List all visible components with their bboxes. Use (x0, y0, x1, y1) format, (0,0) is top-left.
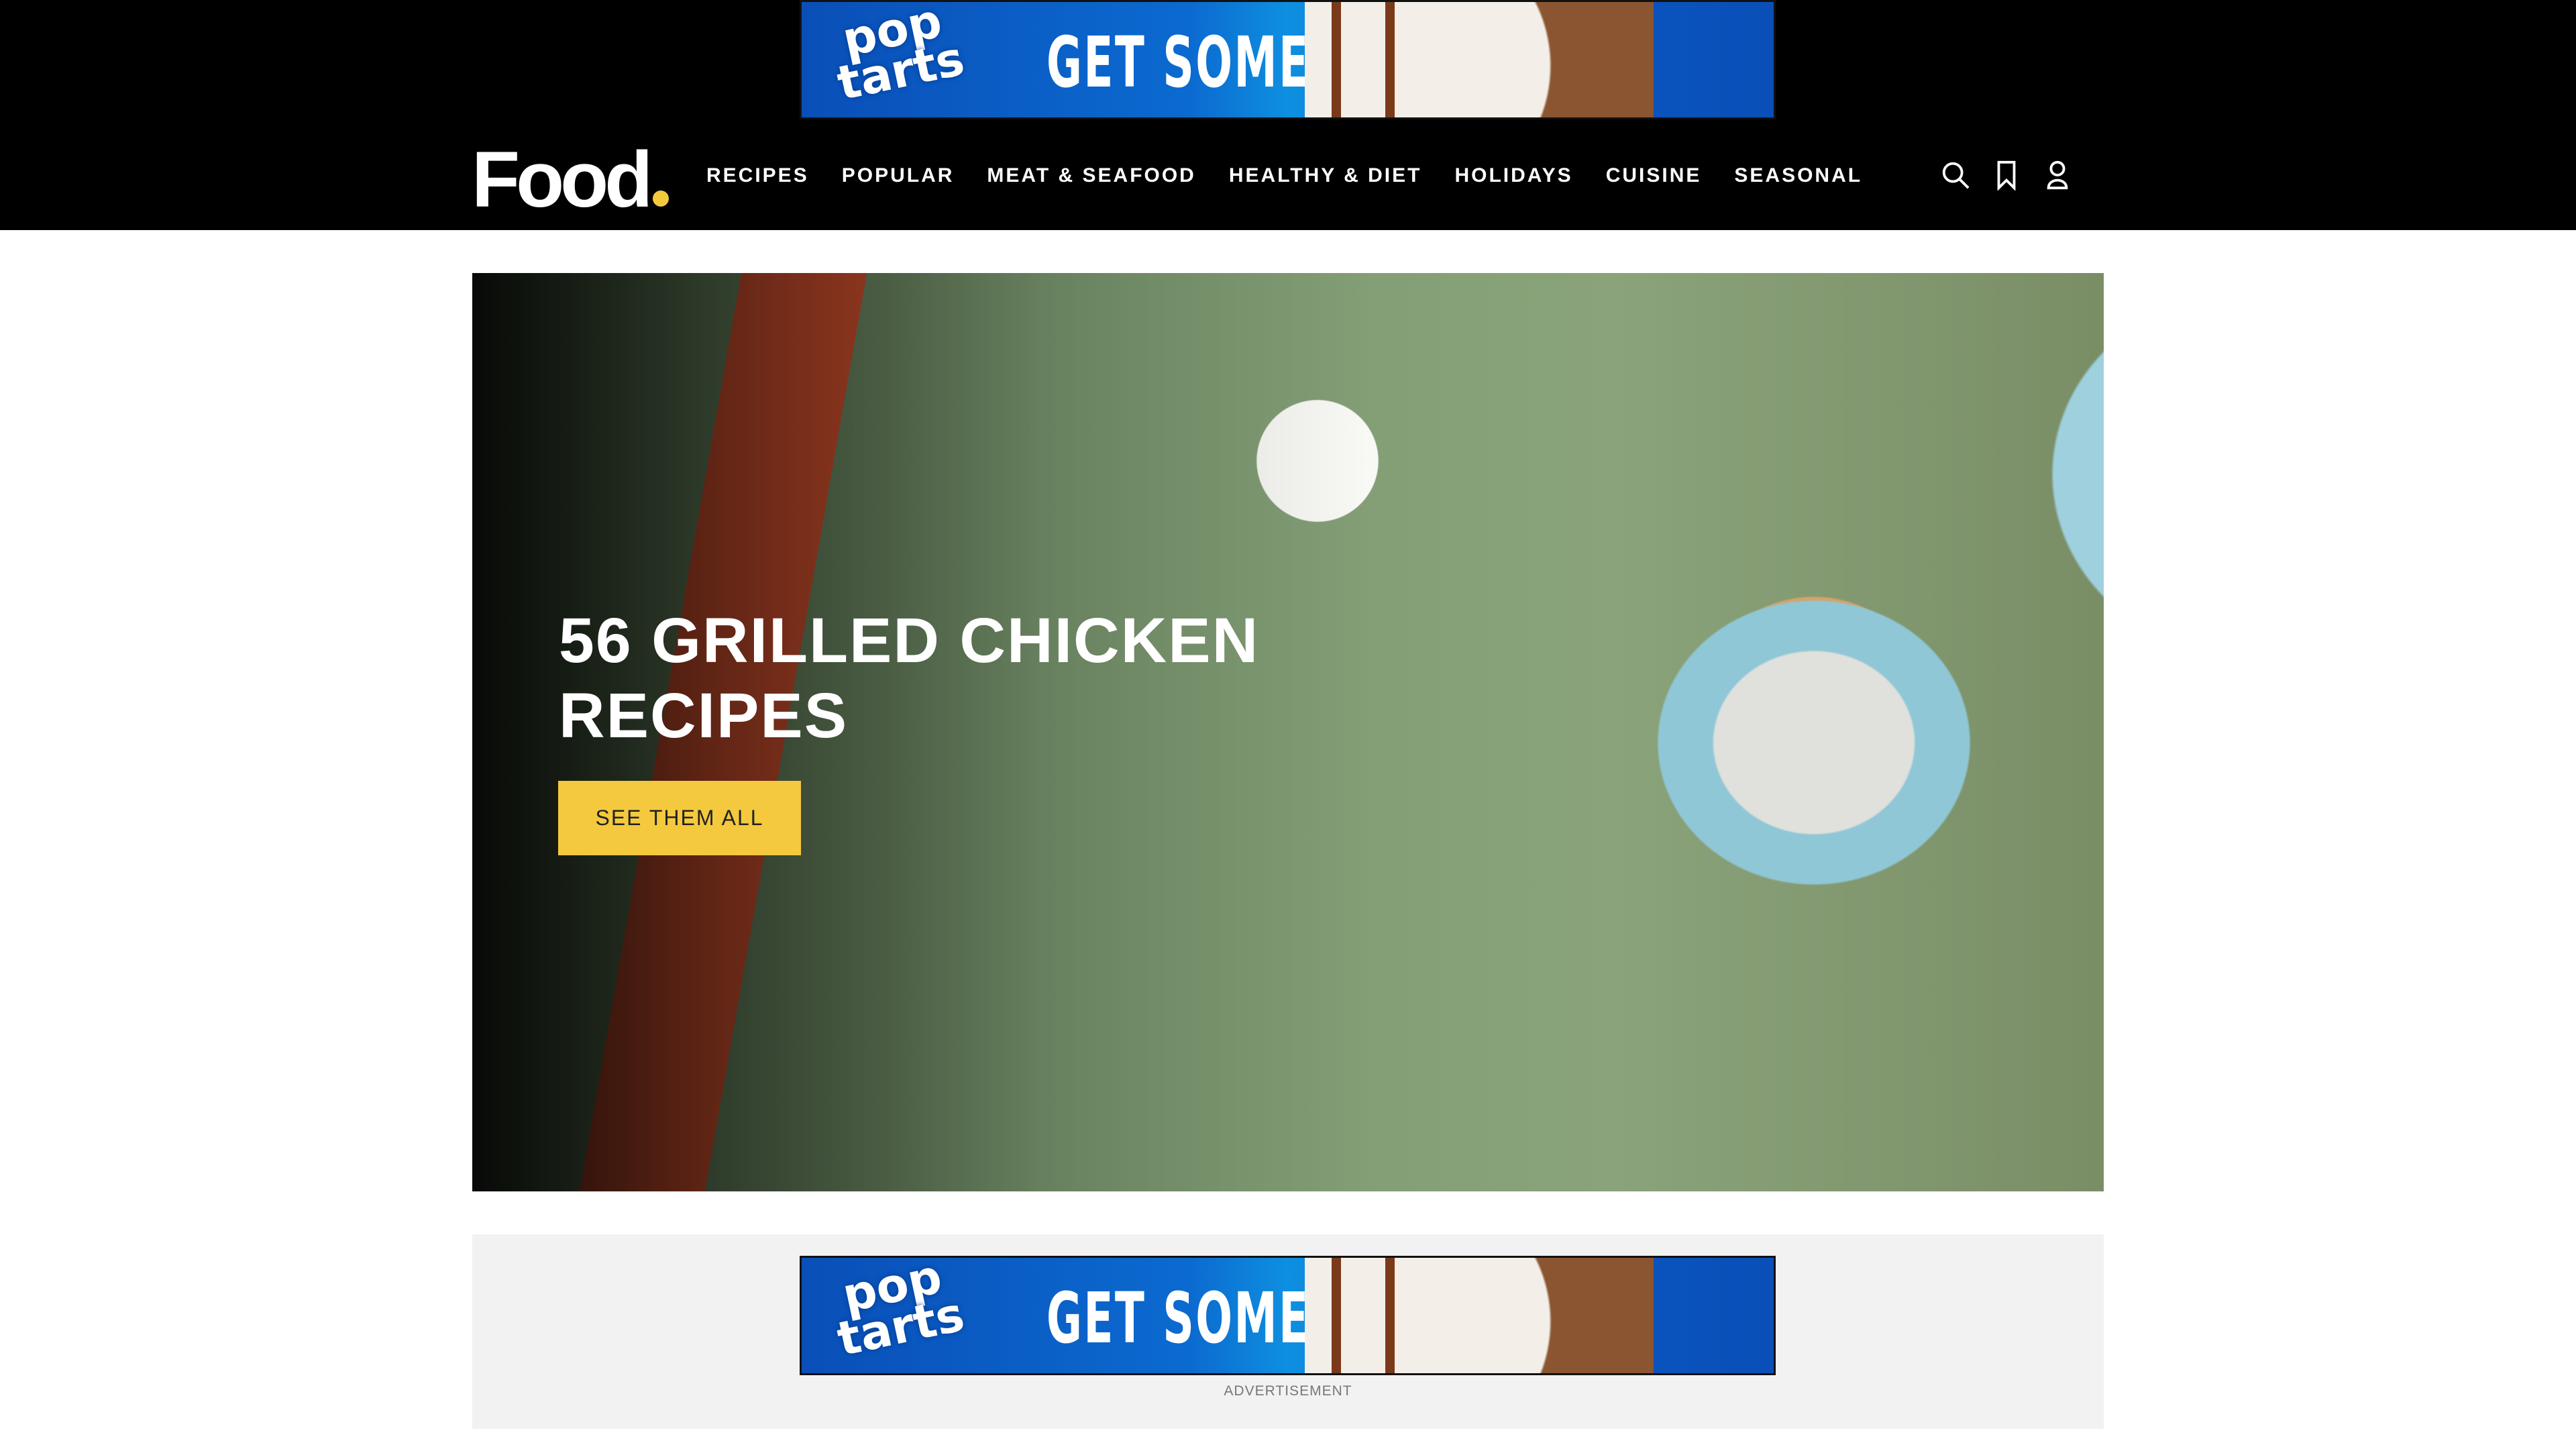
top-banner-ad[interactable]: pop tarts GET SOME > (800, 0, 1776, 119)
site-header: pop tarts GET SOME > Food RECIPES POPULA… (0, 0, 2576, 230)
nav-meat-seafood[interactable]: MEAT & SEAFOOD (987, 161, 1195, 191)
ad-product-image (1305, 1258, 1654, 1373)
hero-banner[interactable]: 56 GRILLED CHICKEN RECIPES SEE THEM ALL (472, 273, 2104, 1191)
nav-healthy-diet[interactable]: HEALTHY & DIET (1229, 161, 1422, 191)
advertisement-label: ADVERTISEMENT (1224, 1383, 1352, 1399)
logo-dot (653, 191, 669, 207)
nav-cuisine[interactable]: CUISINE (1606, 161, 1702, 191)
nav-holidays[interactable]: HOLIDAYS (1454, 161, 1572, 191)
ad-brand-logo: pop tarts (833, 0, 969, 111)
nav-recipes[interactable]: RECIPES (706, 161, 809, 191)
site-logo[interactable]: Food (472, 134, 669, 225)
nav-popular[interactable]: POPULAR (842, 161, 955, 191)
bottom-banner-ad[interactable]: pop tarts GET SOME > (800, 1256, 1776, 1375)
see-them-all-button[interactable]: SEE THEM ALL (558, 781, 801, 855)
search-icon[interactable] (1940, 160, 1971, 191)
hero-title: 56 GRILLED CHICKEN RECIPES (559, 605, 1260, 751)
ad-product-image (1305, 2, 1654, 117)
ad-brand-logo: pop tarts (833, 1256, 969, 1367)
main-nav: RECIPES POPULAR MEAT & SEAFOOD HEALTHY &… (706, 161, 1862, 191)
ad-container: pop tarts GET SOME > ADVERTISEMENT (472, 1234, 2104, 1429)
bookmark-icon[interactable] (1991, 160, 2022, 191)
user-icon[interactable] (2042, 160, 2073, 191)
nav-seasonal[interactable]: SEASONAL (1734, 161, 1862, 191)
logo-text: Food (472, 136, 653, 224)
